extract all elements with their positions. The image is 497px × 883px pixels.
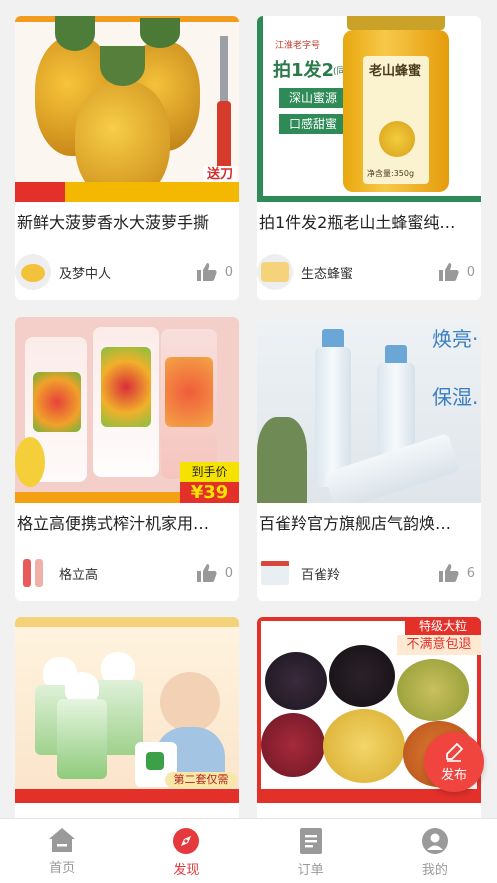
tab-home[interactable]: 首页 (0, 819, 124, 883)
like-count: 0 (224, 264, 233, 280)
bottom-tab-bar: 首页 发现 订单 我的 (0, 818, 497, 883)
offer-tag: 第二套仅需 (165, 772, 237, 788)
shop-name[interactable]: 格立高 (59, 564, 197, 583)
like-button[interactable]: 0 (438, 263, 481, 281)
shop-name[interactable]: 生态蜂蜜 (301, 263, 439, 282)
shop-avatar[interactable] (257, 555, 293, 591)
like-count: 6 (466, 565, 475, 581)
thumbs-up-icon (438, 263, 459, 281)
product-card[interactable]: 第二套仅需 (15, 617, 239, 818)
guarantee-label: 不满意包退 (397, 635, 481, 655)
product-image-pineapple[interactable]: 送刀 (15, 16, 239, 202)
like-button[interactable]: 0 (196, 263, 239, 281)
product-card[interactable]: 江淮老字号 拍1发2 (同款) 深山蜜源 口感甜蜜 老山蜂蜜 净含量:350g … (257, 16, 481, 300)
product-image-juicer[interactable]: 到手价 ¥39 (15, 317, 239, 503)
tab-label: 首页 (49, 861, 76, 876)
shop-avatar[interactable] (15, 254, 51, 290)
compass-icon (173, 828, 200, 854)
tab-discover[interactable]: 发现 (124, 819, 248, 883)
product-image-honey[interactable]: 江淮老字号 拍1发2 (同款) 深山蜜源 口感甜蜜 老山蜂蜜 净含量:350g (257, 16, 481, 202)
product-card[interactable]: 送刀 新鲜大菠萝香水大菠萝手撕 及梦中人 0 (15, 16, 239, 300)
like-count: 0 (466, 264, 475, 280)
thumbs-up-icon (196, 564, 217, 582)
product-title[interactable]: 百雀羚官方旗舰店气韵焕… (257, 513, 481, 535)
tag-mountain: 深山蜜源 (279, 88, 347, 108)
product-meta: 格立高 0 (15, 555, 239, 591)
home-icon (49, 828, 76, 852)
brand-label: 江淮老字号 (275, 41, 321, 51)
price-value: ¥39 (180, 482, 239, 503)
slogan-line-1: 焕亮· (432, 327, 479, 351)
jar-label: 老山蜂蜜 (369, 64, 422, 79)
thumbs-up-icon (438, 564, 459, 582)
shop-avatar[interactable] (257, 254, 293, 290)
like-button[interactable]: 6 (438, 564, 481, 582)
tab-label: 我的 (421, 863, 448, 878)
product-card[interactable]: 到手价 ¥39 格立高便携式榨汁机家用… 格立高 0 (15, 317, 239, 601)
shop-avatar[interactable] (15, 555, 51, 591)
shop-name[interactable]: 百雀羚 (301, 564, 439, 583)
discover-feed[interactable]: 送刀 新鲜大菠萝香水大菠萝手撕 及梦中人 0 江淮老字号 拍1发2 (同款) 深… (0, 0, 497, 818)
tab-orders[interactable]: 订单 (249, 819, 373, 883)
product-title[interactable]: 格立高便携式榨汁机家用… (15, 513, 239, 535)
user-icon (421, 828, 448, 854)
tab-label: 订单 (297, 863, 324, 878)
thumbs-up-icon (196, 263, 217, 281)
promo-label: 拍1发2 (273, 60, 335, 81)
product-title[interactable]: 新鲜大菠萝香水大菠萝手撕 (15, 212, 239, 234)
tag-taste: 口感甜蜜 (279, 114, 347, 134)
product-meta: 百雀羚 6 (257, 555, 481, 591)
like-count: 0 (224, 565, 233, 581)
publish-button[interactable]: 发布 (424, 732, 484, 792)
document-icon (299, 828, 322, 854)
price-label: 到手价 (180, 462, 239, 482)
shop-name[interactable]: 及梦中人 (59, 263, 197, 282)
grade-label: 特级大粒 (405, 617, 481, 635)
tab-label: 发现 (173, 863, 200, 878)
tab-mine[interactable]: 我的 (373, 819, 497, 883)
pen-icon (446, 742, 463, 762)
product-image-skincare[interactable]: 焕亮· 保湿. (257, 317, 481, 503)
product-image-mosquito-repellent[interactable]: 第二套仅需 (15, 617, 239, 803)
publish-label: 发布 (440, 767, 467, 783)
product-title[interactable]: 拍1件发2瓶老山土蜂蜜纯… (257, 212, 481, 234)
product-card[interactable]: 焕亮· 保湿. 百雀羚官方旗舰店气韵焕… 百雀羚 6 (257, 317, 481, 601)
product-meta: 及梦中人 0 (15, 254, 239, 290)
net-weight: 净含量:350g (367, 169, 415, 178)
like-button[interactable]: 0 (196, 564, 239, 582)
product-meta: 生态蜂蜜 0 (257, 254, 481, 290)
slogan-line-2: 保湿. (432, 385, 479, 409)
